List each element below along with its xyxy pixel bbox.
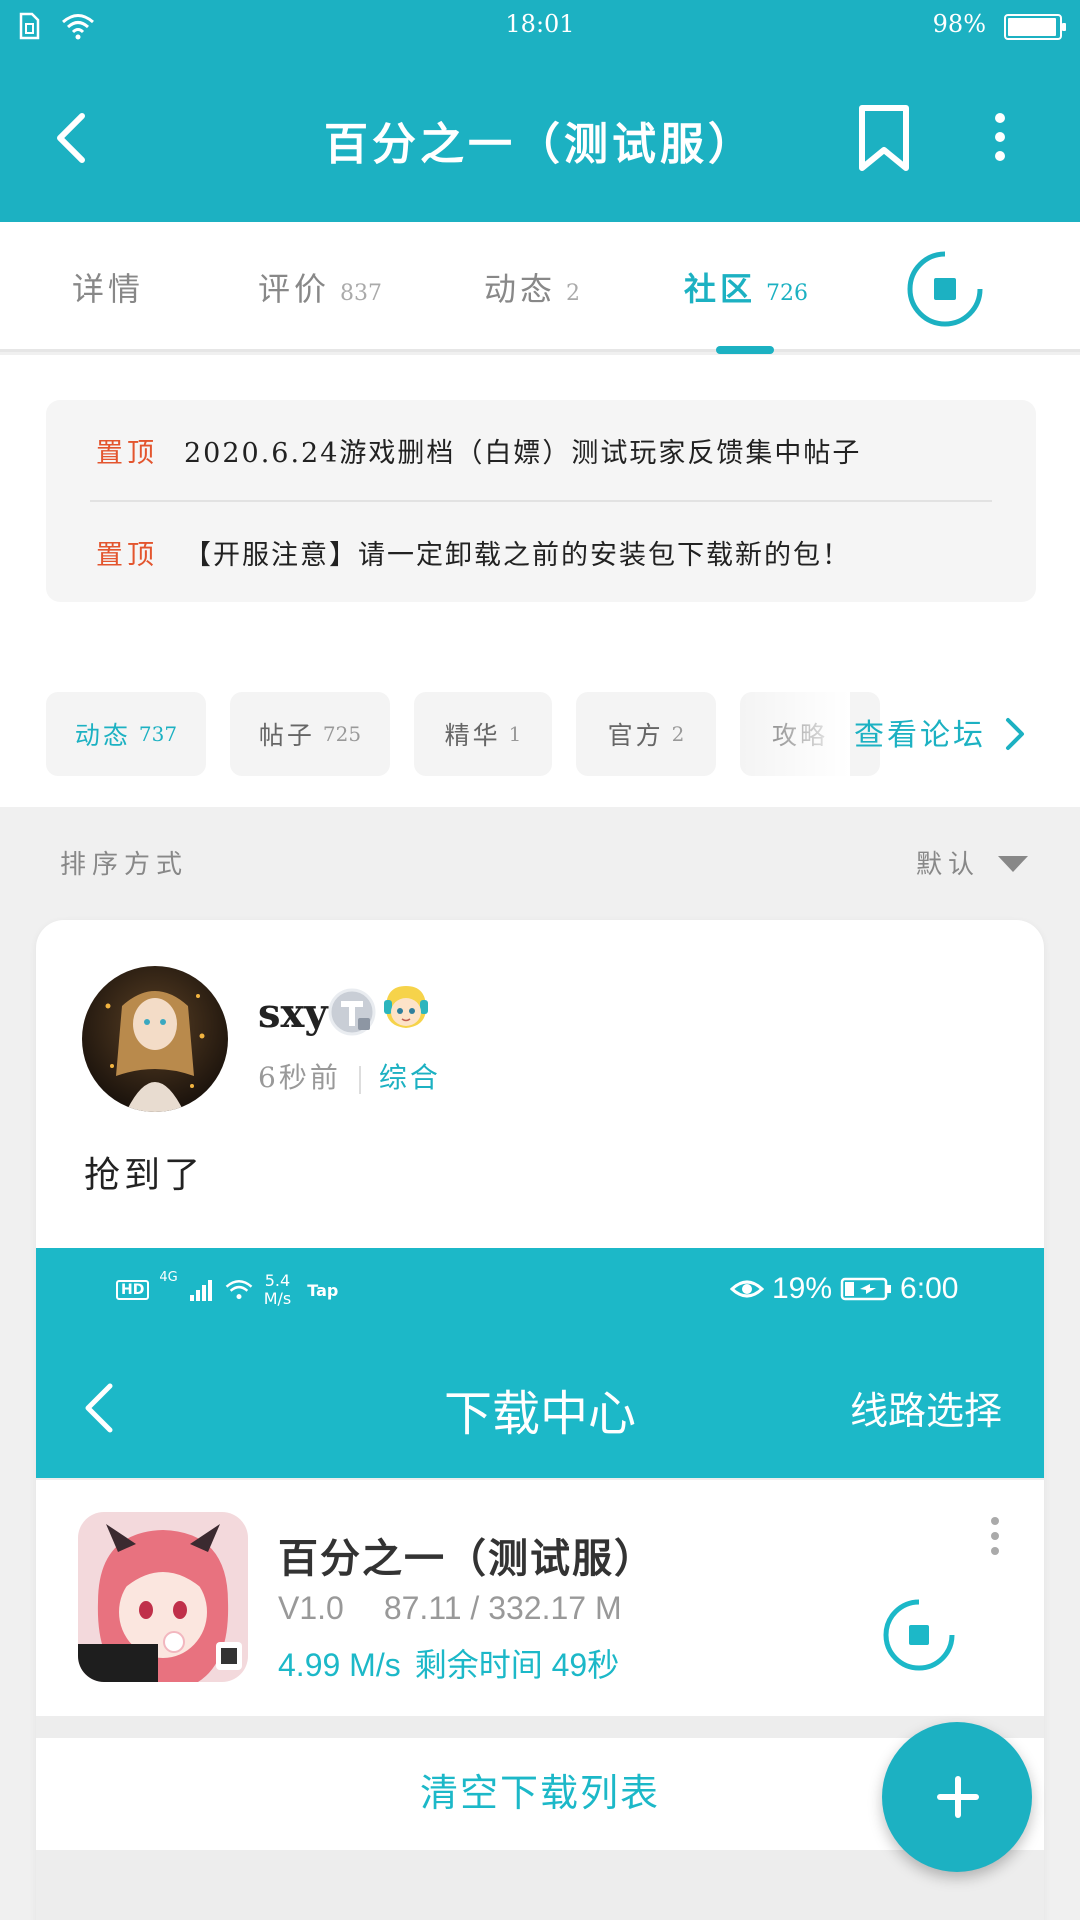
tab-label: 动态 (484, 270, 557, 308)
app-header: 18:01 98% 百分之一（测试服） (0, 0, 1080, 222)
tab-label: 详情 (72, 270, 145, 308)
tab-updates[interactable]: 动态 2 (484, 264, 580, 310)
signal-icon (189, 1280, 212, 1301)
eye-percent: 19% (772, 1272, 833, 1305)
app-icon (78, 1512, 248, 1682)
chip-count: 1 (508, 722, 522, 746)
page-title: 百分之一（测试服） (324, 119, 756, 170)
mascot-badge-icon (384, 986, 428, 1028)
battery-icon (840, 1277, 892, 1301)
divider (358, 1065, 361, 1094)
download-stop-icon[interactable] (906, 250, 984, 328)
tab-label: 评价 (258, 270, 331, 308)
tab-label: 社区 (684, 270, 757, 308)
chip-count: 737 (138, 722, 178, 746)
chevron-right-icon[interactable] (1004, 716, 1026, 752)
network-type: 4G (159, 1270, 178, 1285)
chip-featured[interactable]: 精华 1 (414, 692, 552, 776)
status-bar: 18:01 98% (0, 0, 1080, 52)
battery-percent: 98% (932, 10, 986, 38)
download-progress: 4.99 M/s 剩余时间 49秒 (278, 1640, 619, 1686)
chip-label: 官方 (607, 721, 664, 750)
chip-posts[interactable]: 帖子 725 (230, 692, 390, 776)
chip-updates[interactable]: 动态 737 (46, 692, 206, 776)
remaining-time: 剩余时间 49秒 (414, 1647, 620, 1683)
chip-count: 725 (322, 722, 362, 746)
route-select: 线路选择 (849, 1391, 1002, 1433)
pinned-tag: 置顶 (96, 437, 158, 469)
tab-community[interactable]: 社区 726 (684, 264, 808, 310)
pinned-post[interactable]: 置顶 2020.6.24游戏删档（白嫖）测试玩家反馈集中帖子 (96, 430, 861, 470)
download-speed: 4.99 M/s (278, 1647, 401, 1683)
tab-count: 726 (766, 281, 809, 306)
pinned-post[interactable]: 置顶 【开服注意】请一定卸载之前的安装包下载新的包！ (96, 532, 851, 572)
tab-details[interactable]: 详情 (72, 264, 144, 310)
pinned-tag: 置顶 (96, 539, 158, 571)
post-meta: 6秒前 综合 (258, 1056, 441, 1096)
divider (90, 500, 992, 502)
chip-label: 精华 (444, 721, 501, 750)
active-tab-indicator (716, 346, 774, 354)
wifi-icon (225, 1280, 253, 1300)
tab-count: 837 (340, 281, 383, 306)
sort-label: 排序方式 (60, 850, 189, 880)
app-name: 百分之一（测试服） (278, 1537, 656, 1581)
network-speed: 5.4 M/s (264, 1272, 292, 1308)
hd-indicator: HD (116, 1280, 150, 1300)
avatar[interactable] (82, 966, 228, 1112)
username[interactable]: sxy (258, 990, 328, 1037)
app-version: V1.0 87.11 / 332.17 M (278, 1590, 622, 1627)
tab-count: 2 (566, 281, 581, 306)
tab-reviews[interactable]: 评价 837 (258, 264, 382, 310)
speed-value: 5.4 (264, 1271, 291, 1290)
chip-label: 动态 (74, 721, 131, 750)
speed-unit: M/s (263, 1289, 292, 1308)
download-size: 87.11 / 332.17 M (383, 1590, 622, 1626)
post-category[interactable]: 综合 (379, 1061, 441, 1094)
more-icon (991, 1517, 999, 1555)
screenshot-time: 6:00 (900, 1272, 959, 1305)
level-badge-icon (328, 988, 376, 1036)
pinned-posts: 置顶 2020.6.24游戏删档（白嫖）测试玩家反馈集中帖子 置顶 【开服注意】… (46, 400, 1036, 602)
screenshot-status-bar: HD 4G 5.4 M/s Tap (116, 1270, 338, 1310)
status-time: 18:01 (505, 10, 575, 38)
chip-label: 帖子 (258, 721, 315, 750)
caret-down-icon[interactable] (998, 856, 1028, 874)
screenshot-status-right: 19% 6:00 (730, 1272, 958, 1306)
app-indicator: Tap (307, 1280, 339, 1300)
add-post-button[interactable] (882, 1722, 1032, 1872)
more-options-button[interactable] (980, 112, 1020, 162)
battery-icon (1004, 14, 1066, 40)
chip-count: 2 (671, 722, 685, 746)
chip-official[interactable]: 官方 2 (576, 692, 716, 776)
post-body: 抢到了 (84, 1155, 205, 1196)
eye-icon (730, 1280, 764, 1298)
pinned-title: 【开服注意】请一定卸载之前的安装包下载新的包！ (184, 539, 851, 571)
download-item: 百分之一（测试服） V1.0 87.11 / 332.17 M 4.99 M/s 剩… (36, 1480, 1044, 1716)
stop-download-icon (883, 1598, 956, 1671)
post-time: 6秒前 (258, 1061, 341, 1094)
screenshot-header: HD 4G 5.4 M/s Tap 19% 6:00 下载中心 线路选择 (36, 1248, 1044, 1478)
view-forum-link[interactable]: 查看论坛 (854, 710, 986, 754)
version: V1.0 (278, 1590, 344, 1626)
bookmark-button[interactable] (856, 104, 912, 174)
chip-fade (740, 692, 850, 776)
pinned-title: 2020.6.24游戏删档（白嫖）测试玩家反馈集中帖子 (184, 437, 862, 469)
sort-dropdown[interactable]: 默认 (916, 844, 980, 881)
